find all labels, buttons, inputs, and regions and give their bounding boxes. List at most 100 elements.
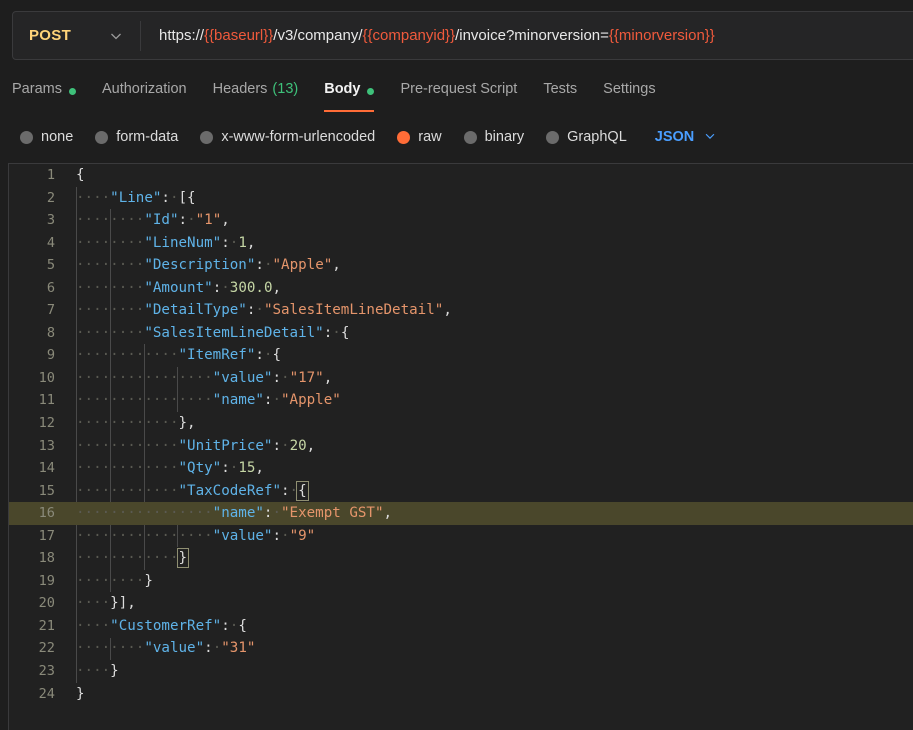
- code-text: ····}],: [57, 592, 913, 615]
- code-token: "SalesItemLineDetail": [144, 324, 324, 341]
- code-line: 18 ············}: [9, 547, 913, 570]
- tab-tests[interactable]: Tests: [543, 72, 577, 112]
- tab-params[interactable]: Params: [12, 72, 76, 112]
- code-token: }: [176, 548, 189, 569]
- code-token: :: [272, 369, 282, 386]
- code-token: "DetailType": [144, 302, 247, 319]
- body-type-label: form-data: [116, 129, 179, 145]
- code-line: 17 ················"value":·"9": [9, 525, 913, 548]
- code-token: "9": [289, 527, 316, 544]
- code-line: 10 ················"value":·"17",: [9, 367, 913, 390]
- code-line: 15 ············"TaxCodeRef":·{: [9, 480, 913, 503]
- code-token: "value": [144, 640, 205, 657]
- whitespace-dots: ············: [76, 437, 179, 454]
- line-number: 15: [38, 482, 55, 499]
- code-token: ·: [212, 640, 222, 657]
- body-type-graphql[interactable]: GraphQL: [546, 129, 627, 145]
- radio-icon: [95, 130, 109, 144]
- code-token: :: [221, 617, 230, 634]
- code-text: ········"DetailType":·"SalesItemLineDeta…: [57, 299, 913, 322]
- tab-headers[interactable]: Headers (13): [213, 72, 299, 112]
- http-method-selector[interactable]: POST: [13, 12, 140, 59]
- line-number: 1: [46, 167, 55, 183]
- whitespace-dots: ········: [76, 572, 145, 589]
- json-body-editor[interactable]: 1{2 ····"Line":·[{3 ········"Id":·"1", 4 ···…: [8, 163, 913, 730]
- code-token: "LineNum": [144, 234, 222, 251]
- tab-status-dot: [367, 88, 375, 95]
- code-token: 20: [289, 437, 307, 454]
- radio-icon: [463, 130, 477, 144]
- code-token: {: [238, 617, 247, 634]
- tab-count-badge: (13): [272, 81, 299, 97]
- code-token: 1: [238, 234, 247, 251]
- whitespace-dots: ········: [76, 234, 145, 251]
- code-text: ················"name":·"Exempt GST",: [57, 502, 913, 525]
- code-text: ········"SalesItemLineDetail":·{: [57, 322, 913, 345]
- code-token: ,: [332, 257, 341, 274]
- code-token: "Description": [144, 257, 256, 274]
- body-type-label: none: [41, 129, 74, 145]
- code-token: {: [296, 480, 309, 501]
- code-line: 19 ········}: [9, 570, 913, 593]
- whitespace-dots: ········: [76, 324, 145, 341]
- code-token: {: [76, 167, 85, 183]
- code-token: "1": [195, 212, 222, 229]
- code-text: ········}: [57, 570, 913, 593]
- code-text: {: [57, 164, 913, 187]
- code-text: ········"value":·"31": [57, 637, 913, 660]
- code-token: "Exempt GST": [281, 505, 384, 522]
- tab-body[interactable]: Body: [324, 72, 375, 112]
- active-tab-underline: [324, 109, 375, 112]
- code-line: 4 ········"LineNum":·1,: [9, 232, 913, 255]
- code-text: ········"Amount":·300.0,: [57, 277, 913, 300]
- body-type-none[interactable]: none: [20, 129, 73, 145]
- tab-pre-request-script[interactable]: Pre-request Script: [400, 72, 517, 112]
- code-token: "name": [212, 505, 264, 522]
- body-type-raw[interactable]: raw: [397, 129, 442, 145]
- code-text: ················"value":·"9": [57, 525, 913, 548]
- code-text: ············"Qty":·15,: [57, 457, 913, 480]
- tab-settings[interactable]: Settings: [603, 72, 655, 112]
- code-token: "31": [221, 640, 256, 657]
- code-token: "TaxCodeRef": [178, 482, 282, 499]
- body-type-label: x-www-form-urlencoded: [221, 129, 376, 145]
- whitespace-dots: ········: [76, 257, 145, 274]
- whitespace-dots: ············: [76, 482, 179, 499]
- url-variable: {{minorversion}}: [608, 27, 715, 44]
- code-token: "name": [212, 392, 264, 409]
- code-token: ,: [246, 234, 256, 251]
- line-number: 10: [38, 369, 55, 386]
- tab-label: Settings: [603, 81, 656, 97]
- line-number: 21: [38, 617, 55, 634]
- url-variable: {{baseurl}}: [204, 27, 274, 44]
- code-token: :: [221, 234, 230, 251]
- body-type-label: GraphQL: [567, 129, 627, 145]
- radio-icon: [20, 130, 33, 144]
- url-box: POST https://{{baseurl}}/v3/company/{{co…: [12, 11, 913, 60]
- code-text: ········"Description":·"Apple",: [57, 254, 913, 277]
- line-number: 18: [38, 550, 55, 567]
- tab-label: Authorization: [101, 81, 187, 97]
- body-type-row: none form-data x-www-form-urlencoded raw bin…: [0, 122, 913, 152]
- code-token: :: [272, 437, 282, 454]
- body-type-x-www-form-urlencoded[interactable]: x-www-form-urlencoded: [200, 129, 375, 145]
- code-token: :: [204, 640, 213, 657]
- line-number: 5: [46, 257, 55, 274]
- code-line: 16 ················"name":·"Exempt GST",: [9, 502, 913, 525]
- body-type-form-data[interactable]: form-data: [95, 129, 178, 145]
- code-token: {: [272, 347, 282, 364]
- body-type-binary[interactable]: binary: [463, 129, 524, 145]
- tab-authorization[interactable]: Authorization: [102, 72, 187, 112]
- line-number: 19: [38, 572, 55, 589]
- code-token: ·: [332, 324, 341, 341]
- code-token: :: [212, 279, 222, 296]
- code-text: ············}: [57, 547, 913, 570]
- code-token: "17": [289, 369, 324, 386]
- line-number: 22: [38, 640, 55, 657]
- body-format-selector[interactable]: JSON: [655, 129, 720, 145]
- code-token: "UnitPrice": [178, 437, 273, 454]
- code-token: ,: [221, 212, 230, 229]
- url-input[interactable]: https://{{baseurl}}/v3/company/{{company…: [141, 12, 913, 59]
- code-text: ····}: [57, 660, 913, 683]
- code-token: ,: [323, 369, 333, 386]
